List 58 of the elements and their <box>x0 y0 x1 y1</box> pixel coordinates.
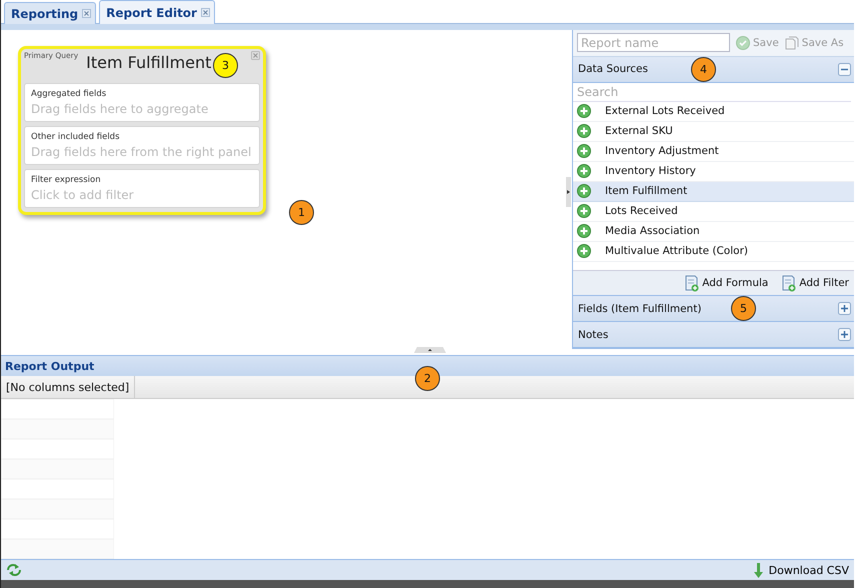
data-source-item[interactable]: External Lots Received <box>573 102 854 122</box>
zone-label: Filter expression <box>31 175 102 185</box>
data-source-label: External SKU <box>605 125 673 138</box>
data-source-label: Lots Received <box>605 205 678 218</box>
data-source-label: Inventory Adjustment <box>605 145 719 158</box>
document-plus-icon <box>780 274 798 292</box>
plus-circle-icon[interactable] <box>577 124 591 138</box>
report-name-field[interactable]: Report name <box>577 33 730 52</box>
documents-icon <box>784 36 799 50</box>
plus-circle-icon[interactable] <box>577 224 591 238</box>
card-title: Item Fulfillment <box>86 53 212 72</box>
collapse-handle-icon[interactable] <box>566 177 572 207</box>
plus-circle-icon[interactable] <box>577 204 591 218</box>
data-source-item[interactable]: Item Fulfillment <box>573 182 854 202</box>
expand-icon[interactable] <box>838 302 851 316</box>
callout-number: 1 <box>289 200 314 225</box>
data-source-item[interactable]: External SKU <box>573 122 854 142</box>
plus-circle-icon[interactable] <box>577 184 591 198</box>
refresh-icon[interactable] <box>6 563 22 577</box>
close-icon[interactable] <box>82 9 92 18</box>
column-header[interactable]: [No columns selected] <box>1 376 136 398</box>
panel-title: Notes <box>578 328 608 341</box>
down-arrow-icon <box>754 562 763 578</box>
add-formula-button[interactable]: Add Formula <box>683 274 768 292</box>
close-icon[interactable] <box>200 8 210 17</box>
tab[interactable]: Reporting <box>4 2 96 24</box>
zone-label: Other included fields <box>31 132 120 142</box>
data-source-item[interactable]: Multivalue Attribute (Color) <box>573 242 854 262</box>
plus-circle-icon[interactable] <box>577 144 591 158</box>
panel-title: Data Sources <box>578 63 648 76</box>
data-source-item[interactable]: Inventory Adjustment <box>573 142 854 162</box>
zone-placeholder: Drag fields here from the right panel <box>31 145 252 159</box>
collapse-icon[interactable] <box>838 62 851 76</box>
panel-title: Fields (Item Fulfillment) <box>578 302 702 315</box>
data-source-label: Media Association <box>605 225 700 238</box>
data-source-item[interactable]: Media Association <box>573 222 854 242</box>
plus-circle-icon[interactable] <box>577 104 591 118</box>
data-source-item[interactable]: Lots Received <box>573 202 854 222</box>
zone-placeholder: Drag fields here to aggregate <box>31 102 210 116</box>
drop-zone[interactable]: Other included fields Drag fields here from the right panel <box>24 126 260 165</box>
zone-placeholder: Click to add filter <box>31 188 135 202</box>
data-source-label: Item Fulfillment <box>605 185 688 198</box>
zone-label: Aggregated fields <box>31 89 108 99</box>
drop-zone[interactable]: Filter expression Click to add filter <box>24 169 260 208</box>
tab[interactable]: Report Editor <box>99 0 215 24</box>
data-source-label: Multivalue Attribute (Color) <box>605 245 748 258</box>
download-csv-button[interactable]: Download CSV <box>754 562 849 578</box>
data-source-label: External Lots Received <box>605 105 725 118</box>
data-source-label: Inventory History <box>605 165 696 178</box>
drop-zone[interactable]: Aggregated fields Drag fields here to aggregate <box>24 83 260 122</box>
splitter-handle-icon[interactable] <box>414 347 446 353</box>
plus-circle-icon[interactable] <box>577 244 591 258</box>
expand-icon[interactable] <box>838 328 851 342</box>
plus-circle-icon[interactable] <box>577 164 591 178</box>
add-filter-button[interactable]: Add Filter <box>780 274 849 292</box>
check-circle-icon <box>736 36 750 50</box>
document-plus-icon <box>683 274 700 292</box>
panel-header[interactable]: Notes <box>573 322 854 348</box>
